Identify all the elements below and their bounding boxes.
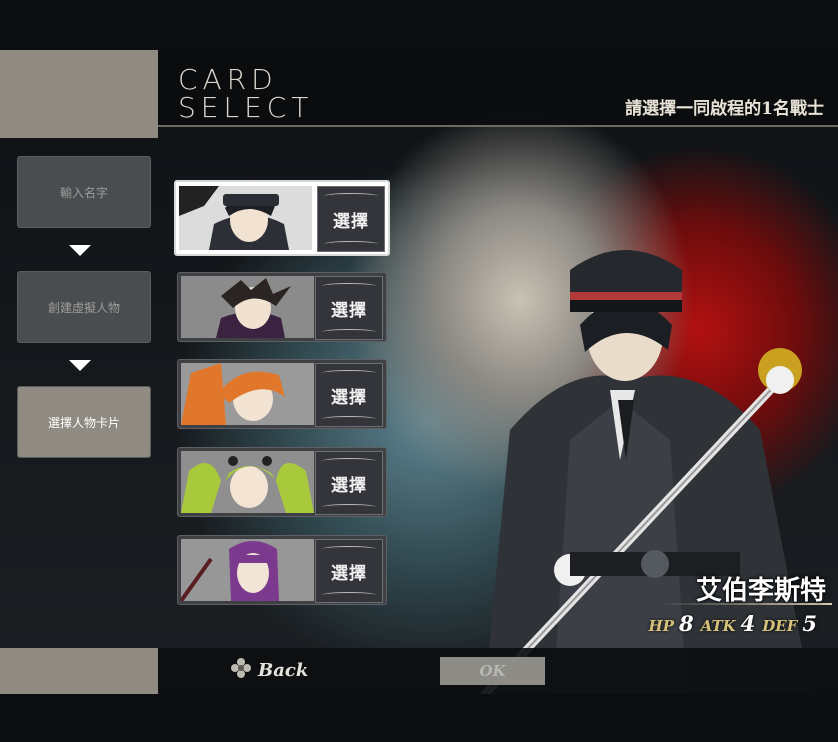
step-enter-name: 輸入名字 — [17, 156, 151, 228]
character-portrait — [181, 276, 314, 338]
title-line-2: SELECT — [178, 91, 314, 124]
choose-button[interactable]: 選擇 — [317, 186, 385, 252]
choose-button[interactable]: 選擇 — [315, 539, 383, 603]
back-button[interactable]: Back — [230, 657, 308, 684]
title-line-1: CARD — [178, 63, 278, 96]
ok-button[interactable]: OK — [440, 657, 545, 685]
character-portrait — [181, 539, 314, 601]
character-card-2[interactable]: 選擇 — [177, 272, 387, 342]
page-subtitle: 請選擇一同啟程的1名戰士 — [625, 99, 824, 119]
bottom-letterbox — [0, 694, 838, 742]
step-label: 創建虛擬人物 — [47, 300, 120, 315]
choose-button[interactable]: 選擇 — [315, 451, 383, 515]
character-card-4[interactable]: 選擇 — [177, 447, 387, 517]
step-arrow-icon — [69, 360, 91, 371]
header-divider — [158, 125, 838, 127]
character-card-5[interactable]: 選擇 — [177, 535, 387, 605]
choose-button[interactable]: 選擇 — [315, 363, 383, 427]
def-label: DEF — [762, 617, 798, 635]
top-letterbox — [0, 0, 838, 50]
step-label: 輸入名字 — [59, 185, 108, 200]
character-portrait — [181, 451, 314, 513]
step-arrow-icon — [69, 245, 91, 256]
character-stats: HP 8 ATK 4 DEF 5 — [649, 611, 824, 636]
flower-icon — [230, 657, 252, 684]
choose-button[interactable]: 選擇 — [315, 276, 383, 340]
character-portrait — [179, 186, 312, 250]
hp-value: 8 — [679, 611, 694, 636]
def-value: 5 — [802, 611, 817, 636]
header-side-panel — [0, 50, 158, 138]
hp-label: HP — [648, 617, 674, 635]
character-card-1[interactable]: 選擇 — [174, 180, 390, 256]
character-name: 艾伯李斯特 — [695, 576, 826, 606]
character-card-3[interactable]: 選擇 — [177, 359, 387, 429]
page-title: CARD SELECT — [178, 66, 313, 122]
step-label: 選擇人物卡片 — [47, 415, 120, 430]
atk-value: 4 — [740, 611, 756, 636]
character-portrait — [181, 363, 314, 425]
step-create-avatar: 創建虛擬人物 — [17, 271, 151, 343]
back-label: Back — [258, 660, 309, 681]
footer-side-panel — [0, 648, 158, 694]
atk-label: ATK — [700, 617, 736, 635]
step-select-card: 選擇人物卡片 — [17, 386, 151, 458]
